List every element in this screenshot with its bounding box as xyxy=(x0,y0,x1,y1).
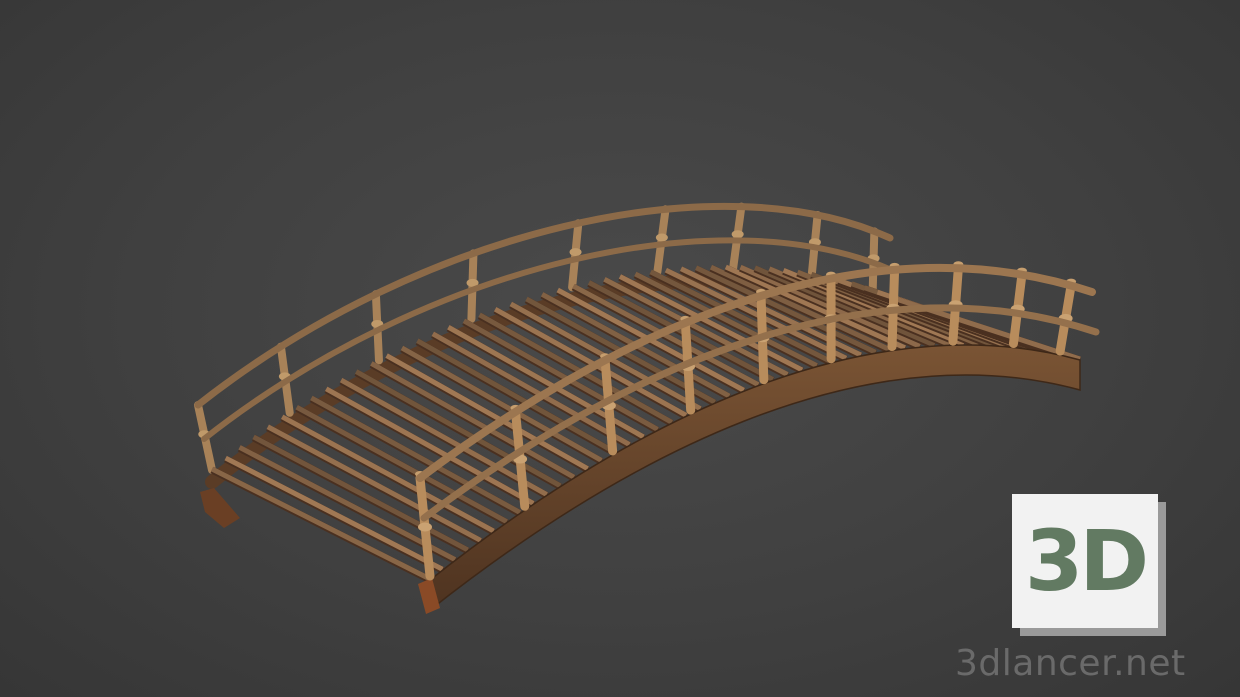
bridge-model xyxy=(194,202,1100,614)
deck-plank xyxy=(210,466,432,582)
logo-face: 3D xyxy=(1012,494,1158,628)
far-post-knuckle xyxy=(569,248,582,257)
front-post-knuckle xyxy=(418,522,432,532)
far-post-knuckle xyxy=(655,233,668,242)
logo-text: 3D xyxy=(1024,512,1149,610)
far-post-knuckle xyxy=(731,230,744,239)
3d-logo: 3D xyxy=(1012,494,1166,636)
left-end-block xyxy=(200,488,240,528)
deck-plank xyxy=(224,455,444,572)
site-watermark: 3dlancer.net xyxy=(955,643,1186,684)
